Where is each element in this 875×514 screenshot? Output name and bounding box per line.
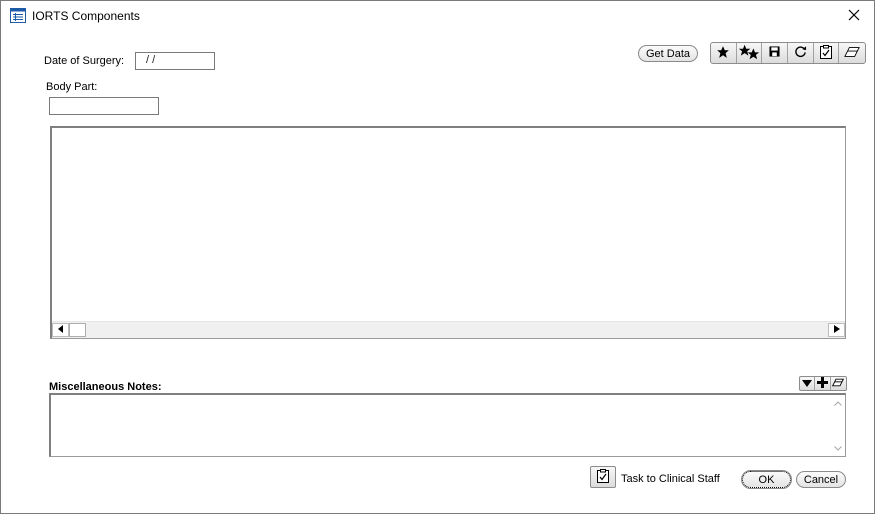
window-title: IORTS Components (32, 9, 140, 23)
ok-button[interactable]: OK (741, 470, 792, 489)
eraser-icon (844, 46, 861, 61)
dropdown-icon (802, 378, 813, 390)
task-clipboard-button[interactable] (814, 43, 840, 63)
stars-icon (738, 44, 760, 63)
misc-notes-label: Miscellaneous Notes: (49, 381, 162, 393)
title-bar: IORTS Components (1, 1, 874, 31)
scroll-left-button[interactable] (52, 323, 69, 337)
notes-add-button[interactable] (815, 377, 831, 390)
clipboard-icon (820, 44, 833, 62)
scrollbar-thumb[interactable] (69, 323, 86, 337)
misc-notes-textarea[interactable] (49, 393, 846, 457)
refresh-button[interactable] (788, 43, 814, 63)
scroll-right-button[interactable] (828, 323, 845, 337)
task-to-clinical-staff-button[interactable] (590, 466, 616, 488)
arrow-left-icon (57, 324, 64, 336)
notes-vertical-scrollbar[interactable] (831, 395, 845, 456)
task-to-clinical-staff-label: Task to Clinical Staff (621, 473, 720, 485)
favorite-button[interactable] (711, 43, 737, 63)
save-icon (769, 46, 780, 60)
form-icon (10, 8, 26, 23)
clipboard-icon (597, 468, 609, 486)
favorites-button[interactable] (737, 43, 763, 63)
add-icon (817, 377, 829, 390)
horizontal-scrollbar[interactable] (52, 321, 845, 338)
save-button[interactable] (762, 43, 789, 63)
clear-button[interactable] (839, 43, 865, 63)
components-grid[interactable] (50, 126, 846, 339)
eraser-icon (832, 378, 845, 390)
get-data-button[interactable]: Get Data (638, 45, 698, 62)
star-icon (716, 45, 730, 62)
date-of-surgery-label: Date of Surgery: (44, 55, 125, 67)
iorts-components-dialog: IORTS Components Date of Surgery: / / Bo… (0, 0, 875, 514)
date-of-surgery-field[interactable]: / / (135, 52, 215, 70)
refresh-icon (794, 45, 807, 61)
notes-dropdown-button[interactable] (800, 377, 816, 390)
notes-toolbar (799, 376, 847, 391)
arrow-right-icon (833, 324, 840, 336)
close-button[interactable] (834, 1, 874, 31)
chevron-up-icon[interactable] (834, 397, 842, 409)
body-part-label: Body Part: (46, 81, 98, 93)
record-toolbar (710, 42, 866, 64)
body-part-field[interactable] (49, 97, 159, 115)
close-icon (848, 9, 860, 24)
cancel-button[interactable]: Cancel (796, 471, 846, 488)
chevron-down-icon[interactable] (834, 442, 842, 454)
notes-clear-button[interactable] (831, 377, 846, 390)
